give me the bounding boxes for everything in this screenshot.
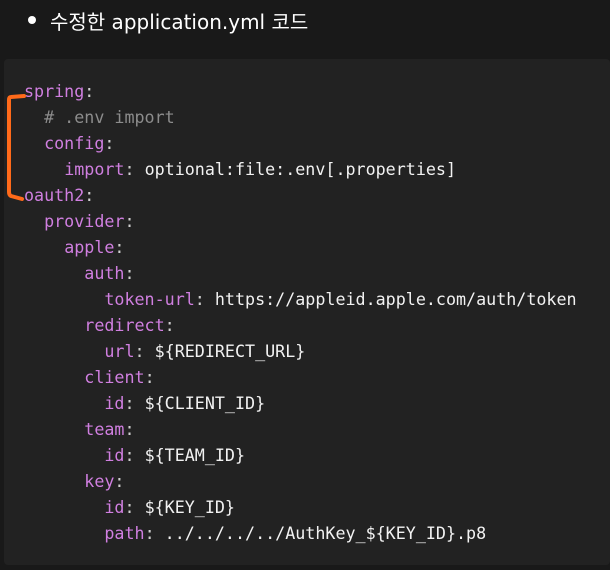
code-separator: :	[114, 471, 125, 491]
code-separator: :	[104, 133, 115, 153]
code-line: id: ${CLIENT_ID}	[24, 390, 577, 416]
code-block[interactable]: spring: # .env import config: import: op…	[4, 59, 610, 565]
code-line: path: ../../../../AuthKey_${KEY_ID}.p8	[24, 520, 577, 546]
code-key: provider	[44, 211, 125, 231]
code-value: ${KEY_ID}	[144, 497, 235, 517]
code-separator: :	[124, 263, 135, 283]
page: 수정한 application.yml 코드 spring: # .env im…	[0, 0, 610, 570]
code-key: id	[104, 445, 125, 465]
code-value: ${TEAM_ID}	[144, 445, 246, 465]
code-line: token-url: https://appleid.apple.com/aut…	[24, 286, 577, 312]
code-separator: :	[144, 367, 155, 387]
code-value: optional:file:.env[.properties]	[144, 159, 457, 179]
code-value: https://appleid.apple.com/auth/token	[214, 289, 577, 309]
heading-text: 수정한 application.yml 코드	[50, 9, 309, 34]
code-key: client	[84, 367, 145, 387]
code-content: spring: # .env import config: import: op…	[24, 78, 577, 546]
code-line: redirect:	[24, 312, 577, 338]
code-value: ../../../../AuthKey_${KEY_ID}.p8	[164, 523, 487, 543]
code-separator: :	[194, 289, 215, 309]
code-key: import	[64, 159, 125, 179]
code-separator: :	[114, 237, 125, 257]
code-separator: :	[164, 315, 175, 335]
code-key: redirect	[84, 315, 165, 335]
code-separator: :	[124, 211, 135, 231]
code-line: provider:	[24, 208, 577, 234]
code-line: apple:	[24, 234, 577, 260]
code-key: oauth2	[24, 185, 85, 205]
code-separator: :	[134, 341, 155, 361]
code-key: spring	[24, 81, 85, 101]
code-line: key:	[24, 468, 577, 494]
code-key: id	[104, 497, 125, 517]
code-line: id: ${KEY_ID}	[24, 494, 577, 520]
orange-bracket-annotation	[7, 94, 26, 201]
code-key: id	[104, 393, 125, 413]
code-key: path	[104, 523, 145, 543]
bullet-item: 수정한 application.yml 코드	[28, 4, 308, 36]
code-line: client:	[24, 364, 577, 390]
code-separator: :	[124, 159, 145, 179]
code-separator: :	[124, 445, 145, 465]
code-line: import: optional:file:.env[.properties]	[24, 156, 577, 182]
code-separator: :	[124, 497, 145, 517]
code-key: auth	[84, 263, 125, 283]
code-key: apple	[64, 237, 115, 257]
code-key: team	[84, 419, 125, 439]
code-key: url	[104, 341, 135, 361]
code-line: # .env import	[24, 104, 577, 130]
code-key: config	[44, 133, 105, 153]
code-line: spring:	[24, 78, 577, 104]
code-value: ${REDIRECT_URL}	[154, 341, 306, 361]
code-line: auth:	[24, 260, 577, 286]
code-line: url: ${REDIRECT_URL}	[24, 338, 577, 364]
code-comment: # .env import	[44, 107, 175, 127]
code-line: id: ${TEAM_ID}	[24, 442, 577, 468]
code-line: oauth2:	[24, 182, 577, 208]
code-line: config:	[24, 130, 577, 156]
code-value: ${CLIENT_ID}	[144, 393, 266, 413]
code-separator: :	[124, 393, 145, 413]
bullet-icon	[28, 16, 36, 24]
code-separator: :	[124, 419, 135, 439]
code-key: token-url	[104, 289, 195, 309]
code-key: key	[84, 471, 115, 491]
code-separator: :	[84, 185, 95, 205]
code-separator: :	[84, 81, 95, 101]
code-line: team:	[24, 416, 577, 442]
code-separator: :	[144, 523, 165, 543]
